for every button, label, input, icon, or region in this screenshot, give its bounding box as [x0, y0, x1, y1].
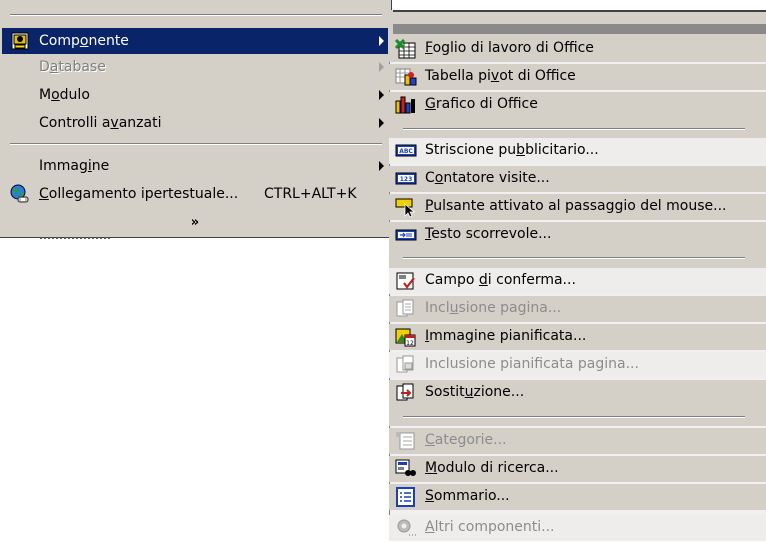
main-menu: Componente Database Modulo Controlli ava…: [0, 0, 392, 238]
submenu-item-modulo-ricerca[interactable]: Modulo di ricerca...: [389, 456, 766, 482]
pivot-table-icon: [395, 67, 417, 87]
scheduled-include-icon: [395, 355, 417, 375]
svg-text:12: 12: [406, 340, 414, 347]
submenu-item-label: Altri componenti...: [425, 519, 555, 535]
more-components-icon: [395, 518, 417, 538]
submenu-item-foglio-di-lavoro[interactable]: Foglio di lavoro di Office: [389, 36, 766, 62]
menu-item-controlli-avanzati[interactable]: Controlli avanzati: [2, 110, 388, 136]
search-form-icon: [395, 459, 417, 479]
submenu-arrow-icon: [379, 62, 384, 72]
submenu-arrow-icon: [379, 36, 384, 46]
submenu-item-campo-conferma[interactable]: Campo di conferma...: [389, 268, 766, 294]
expand-menu-chevron-icon[interactable]: »: [150, 214, 240, 232]
menu-item-modulo[interactable]: Modulo: [2, 82, 388, 108]
submenu-item-label: Grafico di Office: [425, 96, 538, 112]
submenu-item-label: Categorie...: [425, 432, 507, 448]
submenu-separator: [403, 257, 745, 259]
submenu-item-altri-componenti[interactable]: Altri componenti...: [389, 515, 766, 541]
submenu-item-label: Campo di conferma...: [425, 272, 576, 288]
submenu-item-label: Contatore visite...: [425, 170, 550, 186]
chart-icon: [395, 95, 417, 115]
submenu-item-label: Tabella pivot di Office: [425, 68, 576, 84]
banner-abc-icon: ABC: [395, 141, 417, 161]
submenu-item-label: Sommario...: [425, 488, 510, 504]
submenu-item-sommario[interactable]: Sommario...: [389, 484, 766, 510]
menu-item-label: Modulo: [39, 87, 90, 103]
submenu-item-testo-scorrevole[interactable]: Testo scorrevole...: [389, 222, 766, 248]
submenu-item-label: Inclusione pagina...: [425, 300, 562, 316]
submenu-top-border: [393, 10, 766, 12]
svg-text:123: 123: [400, 176, 413, 183]
submenu-item-label: Modulo di ricerca...: [425, 460, 559, 476]
menu-item-label: Collegamento ipertestuale...: [39, 186, 239, 202]
menu-separator: [10, 14, 382, 16]
submenu-item-grafico[interactable]: Grafico di Office: [389, 92, 766, 118]
submenu-item-striscione[interactable]: ABC Striscione pubblicitario...: [389, 138, 766, 164]
componente-submenu: Foglio di lavoro di Office Tabella pivot…: [389, 10, 766, 541]
table-of-contents-icon: [395, 487, 417, 507]
background-text-fragment: [40, 237, 110, 242]
submenu-item-contatore-visite[interactable]: 123 Contatore visite...: [389, 166, 766, 192]
submenu-separator: [403, 128, 745, 130]
submenu-item-label: Pulsante attivato al passaggio del mouse…: [425, 198, 727, 214]
confirmation-field-icon: [395, 271, 417, 291]
spreadsheet-icon: [394, 38, 417, 59]
menu-item-label: Controlli avanzati: [39, 115, 162, 131]
svg-text:ABC: ABC: [399, 148, 413, 155]
submenu-item-label: Sostituzione...: [425, 384, 525, 400]
menu-item-label: Database: [39, 59, 106, 75]
submenu-item-label: Testo scorrevole...: [425, 226, 552, 242]
submenu-item-categorie[interactable]: Categorie...: [389, 428, 766, 454]
component-icon: [10, 31, 30, 51]
menu-item-label: Immagine: [39, 158, 110, 174]
submenu-item-immagine-pianificata[interactable]: 12 Immagine pianificata...: [389, 324, 766, 350]
hover-button-icon: [395, 197, 417, 218]
submenu-separator: [403, 416, 745, 418]
submenu-item-label: Striscione pubblicitario...: [425, 142, 599, 158]
marquee-icon: [395, 225, 417, 245]
menu-item-database[interactable]: Database: [2, 54, 388, 80]
submenu-item-sostituzione[interactable]: Sostituzione...: [389, 380, 766, 406]
submenu-item-label: Inclusione pianificata pagina...: [425, 356, 639, 372]
submenu-item-inclusione-pagina[interactable]: Inclusione pagina...: [389, 296, 766, 322]
menu-item-collegamento-ipertestuale[interactable]: Collegamento ipertestuale... CTRL+ALT+K: [2, 181, 388, 207]
submenu-item-pulsante-passaggio-mouse[interactable]: Pulsante attivato al passaggio del mouse…: [389, 194, 766, 220]
submenu-arrow-icon: [379, 118, 384, 128]
submenu-item-label: Foglio di lavoro di Office: [425, 40, 594, 56]
submenu-item-tabella-pivot[interactable]: Tabella pivot di Office: [389, 64, 766, 90]
include-page-icon: [395, 299, 417, 319]
submenu-title-bar: [393, 24, 766, 34]
categories-icon: [395, 431, 417, 451]
menu-item-label: Componente: [39, 33, 129, 49]
submenu-item-label: Immagine pianificata...: [425, 328, 587, 344]
scheduled-picture-icon: 12: [395, 327, 417, 347]
shortcut-label: CTRL+ALT+K: [264, 186, 357, 202]
submenu-arrow-icon: [379, 90, 384, 100]
submenu-arrow-icon: [379, 161, 384, 171]
menu-item-componente[interactable]: Componente: [2, 28, 388, 54]
menu-separator: [10, 143, 382, 145]
submenu-item-inclusione-pianificata-pagina[interactable]: Inclusione pianificata pagina...: [389, 352, 766, 378]
hit-counter-icon: 123: [395, 169, 417, 189]
menu-item-immagine[interactable]: Immagine: [2, 153, 388, 179]
hyperlink-globe-icon: [10, 184, 30, 204]
substitution-icon: [395, 383, 417, 403]
